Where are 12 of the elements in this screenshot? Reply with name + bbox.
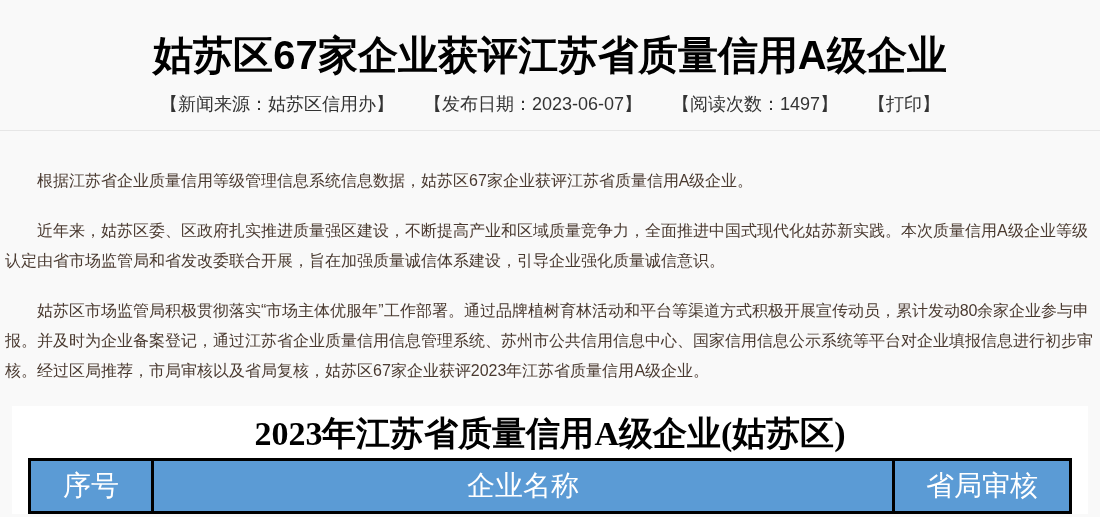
column-header: 省局审核 [892,461,1069,511]
article-paragraph: 近年来，姑苏区委、区政府扎实推进质量强区建设，不断提高产业和区域质量竞争力，全面推进中国式现代化姑苏新实践。本次质量信用A级企业等级认定由省市场监管局和省发改委联合开展，旨在加强质量诚信体系建设，引导企业强化质量诚信意识。 [5,221,1089,271]
article-meta[interactable]: 【打印】 [868,92,941,116]
article-paragraph: 根据江苏省企业质量信用等级管理信息系统信息数据，姑苏区67家企业获评江苏省质量信用A级企业。 [36,171,755,191]
article-meta: 【发布日期：2023-06-07】 [423,93,642,116]
column-header: 企业名称 [151,461,892,511]
article-paragraph: 姑苏区市场监管局积极贯彻落实“市场主体优服年”工作部署。通过品牌植树育林活动和平台等渠道方式积极开展宣传动员，累计发动80余家企业参与申报。并及时为企业备案登记，通过江苏省企业质量信用信息管理系统、苏州市公共信用信息中心、国家信用信息公示系统等平台对企业填报信息进行初步审核。经过区局推荐，市局审核以及省局复核，姑苏区67家企业获评2023年江苏省质量信用A级企业。 [5,301,1094,381]
table-title: 2023年江苏省质量信用A级企业(姑苏区) [253,414,847,454]
article-meta: 【阅读次数：1497】 [672,93,839,116]
column-header: 序号 [62,469,120,503]
article-meta: 【新闻来源：姑苏区信用办】 [159,93,394,116]
article-title: 姑苏区67家企业获评江苏省质量信用A级企业 [153,32,947,79]
